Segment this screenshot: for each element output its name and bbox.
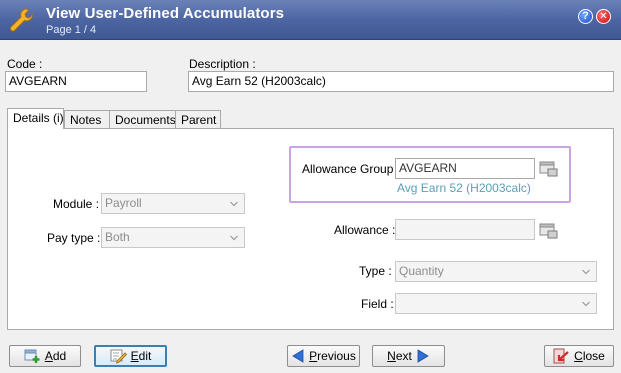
description-field[interactable]: Avg Earn 52 (H2003calc) bbox=[188, 71, 614, 92]
add-mnemonic: A bbox=[44, 349, 53, 363]
lookup-icon[interactable] bbox=[539, 160, 558, 177]
pay-type-select[interactable]: Both bbox=[101, 227, 245, 248]
edit-label: dit bbox=[138, 349, 152, 363]
add-label: dd bbox=[52, 349, 67, 363]
page-indicator: Page 1 / 4 bbox=[46, 24, 97, 36]
pay-type-value: Both bbox=[105, 230, 130, 244]
edit-button[interactable]: Edit bbox=[94, 345, 167, 367]
chevron-down-icon bbox=[582, 269, 590, 275]
wrench-icon bbox=[10, 8, 33, 32]
description-label: Description : bbox=[189, 57, 256, 71]
field-select[interactable] bbox=[395, 293, 597, 314]
module-label: Module : bbox=[53, 197, 100, 211]
chevron-down-icon bbox=[230, 235, 238, 241]
tab-notes[interactable]: Notes bbox=[64, 110, 110, 129]
next-mnemonic: N bbox=[387, 349, 396, 363]
edit-icon bbox=[110, 349, 127, 364]
chevron-down-icon bbox=[582, 301, 590, 307]
arrow-left-icon bbox=[292, 349, 304, 363]
chevron-down-icon bbox=[230, 201, 238, 207]
allowance-group-description: Avg Earn 52 (H2003calc) bbox=[397, 181, 531, 195]
allowance-group-field[interactable]: AVGEARN bbox=[395, 158, 535, 179]
allowance-label: Allowance : bbox=[334, 223, 396, 237]
add-icon bbox=[24, 349, 40, 363]
code-field[interactable]: AVGEARN bbox=[5, 71, 147, 92]
title-bar: View User-Defined Accumulators Page 1 / … bbox=[0, 0, 621, 40]
module-select[interactable]: Payroll bbox=[101, 193, 245, 214]
window-close-button[interactable]: ✕ bbox=[596, 9, 611, 24]
exit-icon bbox=[553, 348, 569, 364]
code-label: Code : bbox=[7, 57, 43, 71]
previous-button[interactable]: Previous bbox=[287, 345, 360, 367]
type-label: Type : bbox=[359, 264, 392, 278]
module-value: Payroll bbox=[105, 196, 142, 210]
next-button[interactable]: Next bbox=[372, 345, 445, 367]
pay-type-label: Pay type : bbox=[47, 231, 101, 245]
tab-documents[interactable]: Documents bbox=[109, 110, 176, 129]
close-mnemonic: C bbox=[574, 349, 583, 363]
add-button[interactable]: Add bbox=[9, 345, 81, 367]
window-title: View User-Defined Accumulators bbox=[46, 5, 285, 22]
tab-details[interactable]: Details (i) bbox=[7, 108, 64, 129]
lookup-icon[interactable] bbox=[539, 222, 558, 239]
type-value: Quantity bbox=[399, 264, 444, 278]
help-button[interactable]: ? bbox=[578, 9, 593, 24]
field-label: Field : bbox=[361, 297, 394, 311]
previous-label: revious bbox=[317, 349, 356, 363]
tab-parent[interactable]: Parent bbox=[175, 110, 221, 129]
edit-mnemonic: E bbox=[130, 349, 139, 363]
close-label: lose bbox=[582, 349, 605, 363]
allowance-group-label: Allowance Group : bbox=[302, 162, 401, 176]
close-button[interactable]: Close bbox=[544, 345, 614, 367]
next-label: ext bbox=[395, 349, 412, 363]
type-select[interactable]: Quantity bbox=[395, 261, 597, 282]
allowance-field[interactable] bbox=[395, 219, 535, 240]
arrow-right-icon bbox=[417, 349, 429, 363]
previous-mnemonic: P bbox=[309, 349, 318, 363]
